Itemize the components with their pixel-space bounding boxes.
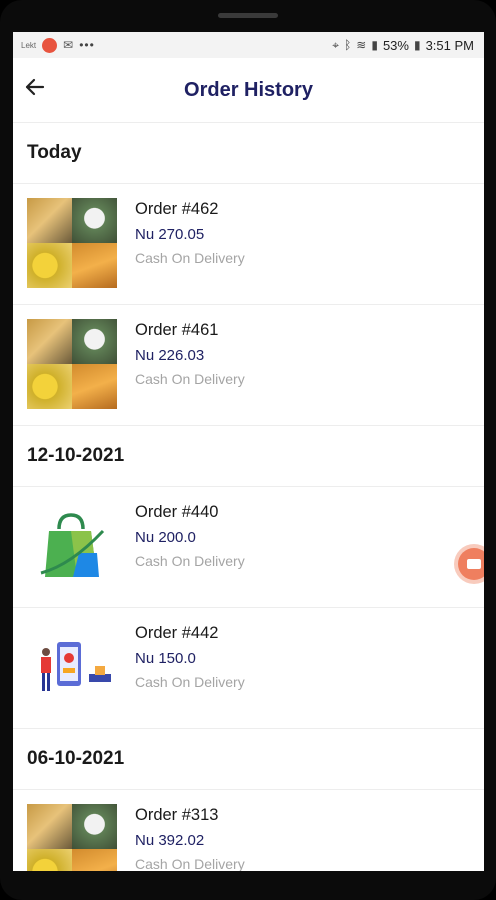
food-platter-image (27, 804, 117, 871)
phone-frame: Lekt ✉ ••• ⌖ ᛒ ≋ ▮ 53% ▮ 3:51 PM Order H… (0, 0, 496, 900)
arrow-left-icon[interactable] (25, 78, 45, 100)
order-payment-method: Cash On Delivery (135, 553, 245, 569)
order-id: Order #440 (135, 503, 219, 521)
order-id: Order #313 (135, 806, 219, 824)
wifi-icon: ≋ (356, 38, 367, 52)
order-price: Nu 200.0 (135, 529, 196, 546)
more-notifications-icon: ••• (79, 38, 95, 52)
page-title: Order History (184, 78, 313, 101)
order-price: Nu 150.0 (135, 650, 196, 667)
notification-icon (42, 37, 58, 53)
order-item[interactable]: Order #313 Nu 392.02 Cash On Delivery (13, 790, 484, 871)
food-platter-image (27, 319, 117, 409)
battery-icon: ▮ (413, 38, 421, 52)
order-id: Order #462 (135, 200, 219, 218)
section-header: 12-10-2021 (13, 426, 484, 487)
order-price: Nu 270.05 (135, 226, 205, 243)
order-id: Order #461 (135, 321, 219, 339)
status-bar: Lekt ✉ ••• ⌖ ᛒ ≋ ▮ 53% ▮ 3:51 PM (13, 32, 484, 58)
order-list: Today Order #462 Nu 270.05 Cash On Deliv… (13, 123, 484, 871)
order-item[interactable]: Order #461 Nu 226.03 Cash On Delivery (13, 305, 484, 426)
order-item[interactable]: Order #462 Nu 270.05 Cash On Delivery (13, 184, 484, 305)
order-id: Order #442 (135, 624, 219, 642)
battery-percent: 53% (382, 37, 409, 53)
order-payment-method: Cash On Delivery (135, 674, 245, 690)
status-time: 3:51 PM (425, 37, 474, 53)
bluetooth-icon: ᛒ (344, 38, 352, 52)
order-payment-method: Cash On Delivery (135, 856, 245, 871)
delivery-person-icon (27, 622, 117, 712)
section-header: Today (13, 123, 484, 184)
app-screen: Lekt ✉ ••• ⌖ ᛒ ≋ ▮ 53% ▮ 3:51 PM Order H… (13, 32, 484, 871)
mail-icon: ✉ (63, 38, 74, 52)
order-item[interactable]: Order #440 Nu 200.0 Cash On Delivery (13, 487, 484, 608)
order-price: Nu 392.02 (135, 832, 205, 849)
order-payment-method: Cash On Delivery (135, 371, 245, 387)
location-icon: ⌖ (332, 37, 340, 52)
order-price: Nu 226.03 (135, 347, 205, 364)
shopping-bag-icon (27, 501, 117, 591)
section-header: 06-10-2021 (13, 729, 484, 790)
app-bar: Order History (13, 58, 484, 123)
speaker-grille (218, 13, 278, 18)
order-item[interactable]: Order #442 Nu 150.0 Cash On Delivery (13, 608, 484, 729)
status-app-label: Lekt (21, 40, 37, 50)
signal-icon: ▮ (371, 38, 378, 52)
video-record-icon[interactable] (458, 548, 484, 580)
order-payment-method: Cash On Delivery (135, 250, 245, 266)
food-platter-image (27, 198, 117, 288)
